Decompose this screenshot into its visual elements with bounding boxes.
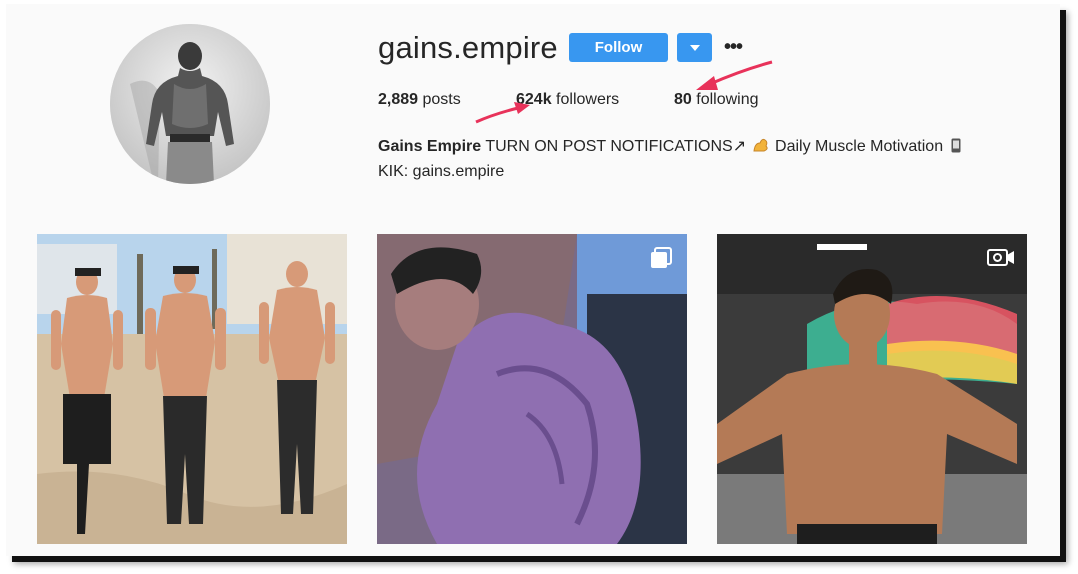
flexed-biceps-emoji xyxy=(751,134,771,159)
posts-count: 2,889 xyxy=(378,91,419,108)
motivation-text: Daily Muscle Motivation xyxy=(775,138,944,155)
bio-line-1: Gains Empire TURN ON POST NOTIFICATIONS↗… xyxy=(378,134,964,159)
followers-label: followers xyxy=(556,91,620,108)
post-thumbnail-2[interactable] xyxy=(377,234,687,544)
posts-label: posts xyxy=(422,91,461,108)
profile-bio: Gains Empire TURN ON POST NOTIFICATIONS↗… xyxy=(378,134,964,184)
username: gains.empire xyxy=(378,30,558,65)
bio-line-2: KIK: gains.empire xyxy=(378,163,505,180)
video-icon xyxy=(987,249,1014,266)
mobile-phone-emoji xyxy=(948,134,964,159)
annotation-arrow-followers xyxy=(475,102,530,124)
post-thumbnail-1[interactable] xyxy=(37,234,347,544)
follow-button[interactable]: Follow xyxy=(569,33,668,62)
profile-avatar[interactable] xyxy=(110,24,270,184)
carousel-icon xyxy=(651,247,672,268)
full-name: Gains Empire xyxy=(378,138,482,155)
bio-text: TURN ON POST NOTIFICATIONS↗ xyxy=(485,138,747,155)
caret-down-icon xyxy=(689,44,700,51)
annotation-arrow-following xyxy=(696,60,773,90)
following-count: 80 xyxy=(674,91,692,108)
posts-stat: 2,889 posts xyxy=(378,91,461,109)
more-options-button[interactable]: ••• xyxy=(722,34,744,60)
profile-page: gains.empire Follow ••• 2,889 posts 624k… xyxy=(6,4,1060,556)
post-thumbnail-3[interactable] xyxy=(717,234,1027,544)
